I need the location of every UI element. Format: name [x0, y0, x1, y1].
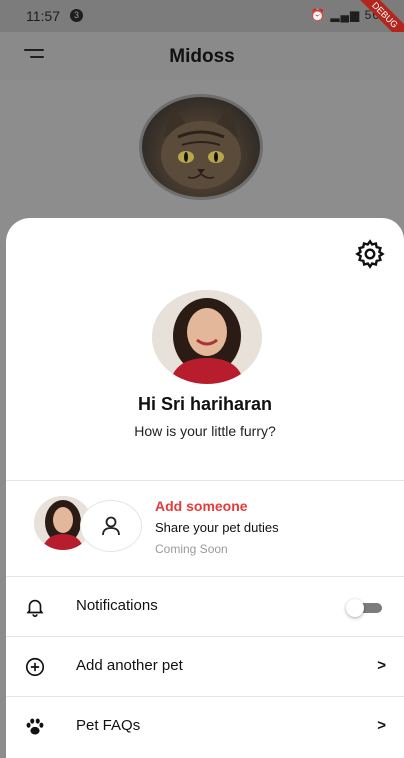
notification-count-badge: 3 [70, 9, 83, 22]
status-time: 11:57 [26, 8, 60, 24]
user-avatar[interactable] [152, 290, 262, 384]
app-bar: Midoss [0, 32, 404, 80]
app-title: Midoss [169, 46, 235, 67]
notifications-label: Notifications [76, 597, 158, 614]
add-person-button[interactable] [80, 500, 142, 552]
chevron-right-icon: > [377, 657, 386, 674]
gear-icon[interactable] [354, 238, 386, 270]
status-bar: 11:57 3 ⏰ ▂▄▆ 56 DEBUG [0, 0, 404, 45]
pet-faqs-label: Pet FAQs [76, 717, 141, 734]
person-icon [102, 516, 120, 536]
paw-icon [24, 716, 46, 738]
user-subtitle: How is your little furry? [134, 423, 276, 439]
signal-icon: ▂▄▆ [330, 8, 361, 22]
profile-sheet: Hi Sri hariharan How is your little furr… [6, 218, 404, 758]
add-someone-title: Add someone [155, 498, 248, 514]
alarm-icon: ⏰ [310, 8, 326, 22]
add-someone-subtitle: Share your pet duties [155, 520, 279, 535]
add-another-pet-label: Add another pet [76, 657, 183, 674]
pet-faqs-row[interactable]: Pet FAQs > [6, 698, 404, 756]
add-someone-card[interactable]: Add someone Share your pet duties Coming… [6, 480, 404, 576]
bell-icon [24, 596, 46, 618]
pet-avatar[interactable] [139, 94, 263, 200]
divider [6, 576, 404, 577]
notifications-toggle[interactable] [346, 599, 382, 617]
divider [6, 696, 404, 697]
coming-soon-label: Coming Soon [155, 542, 228, 556]
plus-circle-icon [24, 656, 46, 678]
add-another-pet-row[interactable]: Add another pet > [6, 638, 404, 696]
notifications-row[interactable]: Notifications [6, 578, 404, 636]
user-greeting: Hi Sri hariharan [137, 394, 273, 414]
chevron-right-icon: > [377, 717, 386, 734]
divider [6, 636, 404, 637]
